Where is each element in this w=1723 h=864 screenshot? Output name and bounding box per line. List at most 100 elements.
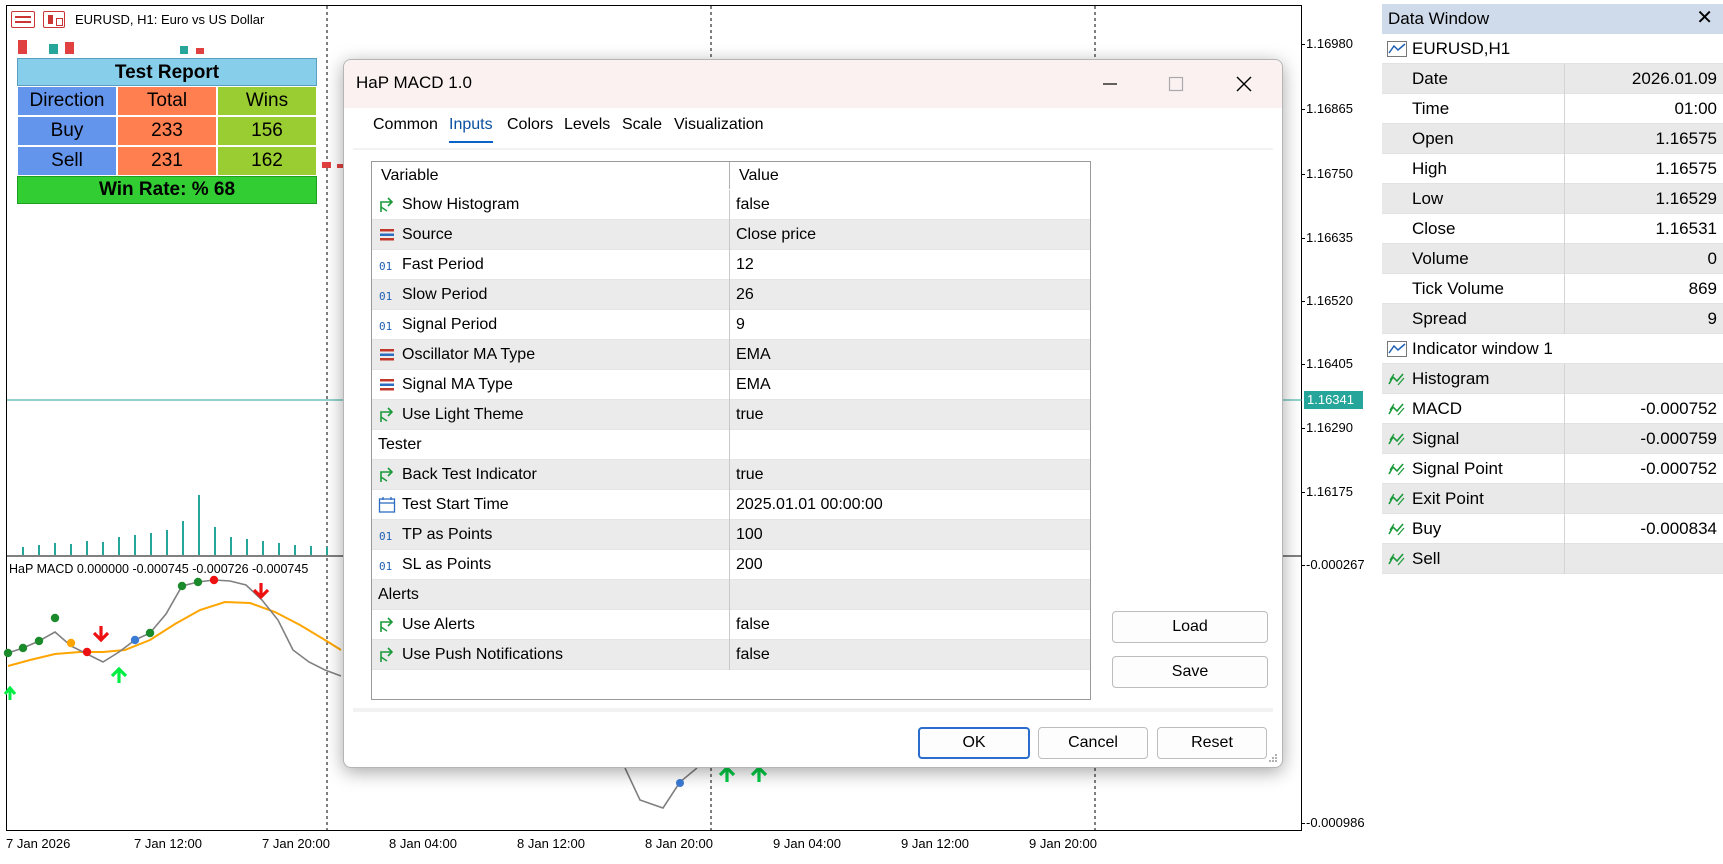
param-row[interactable]: 01 Signal Period 9 (372, 309, 1090, 340)
param-row[interactable]: Show Histogram false (372, 189, 1090, 220)
param-value[interactable]: EMA (730, 376, 1090, 394)
resize-grip-icon[interactable] (1268, 753, 1278, 763)
maximize-button[interactable] (1146, 60, 1206, 108)
report-wins: 156 (217, 116, 317, 146)
param-value[interactable]: false (730, 616, 1090, 634)
tab-scale[interactable]: Scale (622, 116, 662, 134)
data-window-row[interactable]: Open 1.16575 (1382, 123, 1723, 154)
tick-volume-bar (70, 544, 72, 555)
indicator-series-icon (1382, 364, 1412, 394)
param-row[interactable]: Use Alerts false (372, 609, 1090, 640)
param-value[interactable]: 9 (730, 316, 1090, 334)
param-variable: 01 SL as Points (372, 549, 730, 580)
time-label: 9 Jan 12:00 (901, 836, 969, 851)
param-value[interactable]: Close price (730, 226, 1090, 244)
param-value[interactable]: true (730, 406, 1090, 424)
svg-text:01: 01 (379, 260, 392, 272)
chart-menu-icon[interactable] (11, 11, 35, 28)
param-value[interactable]: 26 (730, 286, 1090, 304)
param-value[interactable]: 100 (730, 526, 1090, 544)
close-button[interactable] (1214, 60, 1274, 108)
column-value[interactable]: Value (730, 162, 1090, 189)
load-button[interactable]: Load (1112, 611, 1268, 643)
indicator-buffer-row[interactable]: Signal Point -0.000752 (1382, 453, 1723, 484)
param-row[interactable]: Source Close price (372, 219, 1090, 250)
data-window-indicator-window[interactable]: Indicator window 1 (1382, 334, 1723, 364)
param-value[interactable]: EMA (730, 346, 1090, 364)
data-window-row[interactable]: Date 2026.01.09 (1382, 63, 1723, 94)
param-row[interactable]: 01 Slow Period 26 (372, 279, 1090, 310)
candle (18, 40, 27, 54)
close-icon[interactable]: ✕ (1696, 7, 1713, 29)
indicator-buffer-row[interactable]: Exit Point (1382, 483, 1723, 514)
data-window-row[interactable]: Close 1.16531 (1382, 213, 1723, 244)
param-row[interactable]: Test Start Time 2025.01.01 00:00:00 (372, 489, 1090, 520)
param-value[interactable]: 2025.01.01 00:00:00 (730, 496, 1090, 514)
price-label: 1.16405 (1301, 356, 1353, 371)
param-value[interactable]: 12 (730, 256, 1090, 274)
inputs-grid[interactable]: Variable Value Show Histogram false Sourc… (371, 161, 1091, 700)
indicator-buffer-row[interactable]: Signal -0.000759 (1382, 423, 1723, 454)
indicator-buffer-value (1564, 363, 1723, 394)
indicator-buffer-row[interactable]: Sell (1382, 543, 1723, 574)
param-value[interactable]: false (730, 196, 1090, 214)
param-row[interactable]: Alerts (372, 579, 1090, 610)
data-window-row[interactable]: Low 1.16529 (1382, 183, 1723, 214)
chart-type-icon[interactable] (43, 11, 65, 28)
tab-visualization[interactable]: Visualization (674, 116, 764, 134)
price-label: 1.16635 (1301, 230, 1353, 245)
tab-levels[interactable]: Levels (564, 116, 610, 134)
save-button[interactable]: Save (1112, 656, 1268, 688)
data-window-row[interactable]: Spread 9 (1382, 303, 1723, 334)
param-row[interactable]: Use Push Notifications false (372, 639, 1090, 670)
param-row[interactable]: Signal MA Type EMA (372, 369, 1090, 400)
data-window-row[interactable]: Tick Volume 869 (1382, 273, 1723, 304)
data-window-row[interactable]: Time 01:00 (1382, 93, 1723, 124)
column-variable[interactable]: Variable (372, 162, 730, 189)
price-scale[interactable]: 1.16980 1.16865 1.16750 1.16635 1.16520 … (1301, 0, 1376, 864)
param-variable: Tester (372, 429, 730, 460)
param-row[interactable]: Back Test Indicator true (372, 459, 1090, 490)
param-row[interactable]: Oscillator MA Type EMA (372, 339, 1090, 370)
indicator-properties-dialog[interactable]: HaP MACD 1.0 Common Inputs Colors Levels… (343, 59, 1283, 768)
indicator-buffer-row[interactable]: Buy -0.000834 (1382, 513, 1723, 544)
param-value[interactable]: false (730, 646, 1090, 664)
data-window-symbol-row[interactable]: EURUSD,H1 (1382, 34, 1723, 64)
param-name: Source (402, 225, 453, 243)
integer-input-icon: 01 (372, 310, 402, 340)
ok-button[interactable]: OK (918, 727, 1030, 759)
param-variable: Use Light Theme (372, 399, 730, 430)
param-row[interactable]: 01 TP as Points 100 (372, 519, 1090, 550)
data-window-row[interactable]: Volume 0 (1382, 243, 1723, 274)
reset-button[interactable]: Reset (1157, 727, 1267, 759)
signal-point (177, 581, 187, 591)
tick-volume-bar (230, 537, 232, 555)
data-window-row[interactable]: High 1.16575 (1382, 153, 1723, 184)
param-name: Oscillator MA Type (402, 345, 536, 363)
param-value[interactable]: 200 (730, 556, 1090, 574)
buy-arrow (3, 685, 17, 700)
param-value[interactable]: true (730, 466, 1090, 484)
candle (196, 48, 204, 54)
param-name: Alerts (378, 585, 419, 603)
param-row[interactable]: 01 Fast Period 12 (372, 249, 1090, 280)
minimize-button[interactable] (1080, 60, 1140, 108)
indicator-buffer-row[interactable]: MACD -0.000752 (1382, 393, 1723, 424)
tab-inputs[interactable]: Inputs (449, 116, 493, 143)
param-row[interactable]: 01 SL as Points 200 (372, 549, 1090, 580)
indicator-buffer-value: -0.000759 (1564, 423, 1723, 454)
report-direction: Buy (17, 116, 117, 146)
param-variable: Source (372, 219, 730, 250)
svg-text:01: 01 (379, 320, 392, 332)
tab-colors[interactable]: Colors (507, 116, 553, 134)
boolean-input-icon (372, 190, 402, 220)
data-window-panel[interactable]: Data Window ✕ EURUSD,H1 Date 2026.01.09 T… (1382, 4, 1723, 864)
indicator-buffer-row[interactable]: Histogram (1382, 363, 1723, 394)
enum-input-icon (372, 340, 402, 370)
indicator-buffer-value (1564, 483, 1723, 514)
cancel-button[interactable]: Cancel (1038, 727, 1148, 759)
param-row[interactable]: Tester (372, 429, 1090, 460)
param-row[interactable]: Use Light Theme true (372, 399, 1090, 430)
tab-common[interactable]: Common (373, 116, 438, 134)
dialog-titlebar[interactable]: HaP MACD 1.0 (344, 60, 1282, 108)
